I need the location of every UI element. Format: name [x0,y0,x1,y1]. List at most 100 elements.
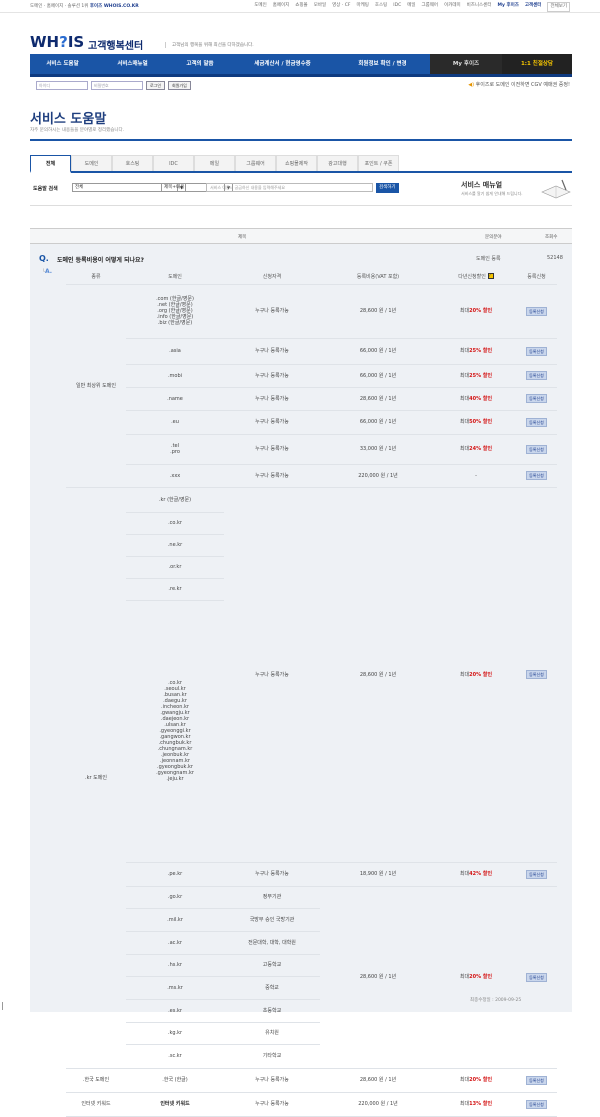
top-link-idc[interactable]: IDC [393,2,401,12]
service-manual-desc: 서비스를 알기 쉽게 안내해 드립니다. [461,191,523,196]
qualification-cell: 유치원 [265,1030,279,1036]
qualification-cell: 전문대학, 대학, 대학원 [248,939,296,946]
help-search-bar: 도움말 검색 전체 ▼ 제목+내용 ▼ 서비스 이용시 궁금하신 내용을 입력해주세… [30,178,572,203]
group-type-2: .한국 도메인 [82,1077,110,1083]
family-site-select[interactable]: 전체보기 [547,2,570,12]
discount-value: 25% 할인 [469,372,493,379]
search-button[interactable]: 검색하기 [376,183,399,193]
tab-domain[interactable]: 도메인 [71,155,112,171]
top-link-my-huiz[interactable]: My 후이즈 [497,2,518,12]
top-link-groupware[interactable]: 그룹웨어 [422,2,439,12]
search-divider [30,205,572,206]
register-button[interactable]: 등록신청 [526,346,547,356]
discount-value: 20% 할인 [469,671,493,678]
register-cell: 등록신청 [516,464,557,487]
register-cell: 등록신청 [516,410,557,434]
discount-prefix: 최대 [459,308,470,314]
faq-question-row[interactable]: Q. 도메인 등록비용이 어떻게 되나요? 도메인 등록 52148 [30,252,572,264]
top-link-video-cf[interactable]: 영상 · CF [332,2,350,12]
discount-cell: 최대 25% 할인 [436,364,516,387]
register-button[interactable]: 등록신청 [526,417,547,427]
promo-notice[interactable]: ◀) 후이즈로 도메인 이전하면 CGV 예매권 증정! [468,81,570,88]
tab-shoppingmall[interactable]: 쇼핑몰제작 [276,155,317,171]
price-cell: 66,000 원 / 1년 [359,372,397,379]
manual-book-icon [541,179,571,199]
join-button[interactable]: 회원가입 [168,81,191,90]
domain-cell: .ms.kr [167,984,183,991]
nav-tax-invoice[interactable]: 세금계산서 / 현금영수증 [230,54,335,74]
tab-point-coupon[interactable]: 포인트 / 쿠폰 [358,155,399,171]
question-title[interactable]: 도메인 등록비용이 어떻게 되나요? [57,255,144,264]
top-link-shoppingmall[interactable]: 쇼핑몰 [295,2,307,12]
discount-cell: 최대 20% 할인 [436,1068,516,1092]
top-link-marketing[interactable]: 마케팅 [356,2,368,12]
qualification-cell: 누구나 등록가능 [255,871,289,877]
register-button[interactable]: 등록신청 [526,972,547,982]
qualification-cell: 고등학교 [262,962,282,968]
service-manual-link[interactable]: 서비스 매뉴얼 [461,180,502,190]
register-button[interactable]: 등록신청 [526,306,547,316]
nav-service-help[interactable]: 서비스 도움말 [30,54,95,74]
register-button[interactable]: 등록신청 [526,371,547,380]
domain-cell: .xxx [169,472,181,479]
whois-logo[interactable]: WH?IS [30,33,84,51]
price-cell: 28,600 원 / 1년 [359,974,397,980]
password-input[interactable]: 비밀번호 [91,81,143,90]
search-input[interactable]: 서비스 이용시 궁금하신 내용을 입력해주세요 [206,183,373,192]
discount-prefix: 최대 [459,871,470,877]
id-input[interactable]: 아이디 [36,81,88,90]
register-button[interactable]: 등록신청 [526,1099,547,1109]
header-multi-year-discount: 다년신청할인? [436,268,516,284]
header-domain-label: 도메인 [168,273,182,280]
register-button[interactable]: 등록신청 [526,670,547,679]
header-qualification-label: 신청자격 [262,273,282,280]
nav-service-manual[interactable]: 서비스매뉴얼 [95,54,170,74]
top-link-hosting[interactable]: 호스팅 [375,2,387,12]
discount-value: 24% 할인 [469,446,493,452]
nav-customer-voice[interactable]: 고객의 말씀 [170,54,230,74]
top-link-business[interactable]: 비즈니스센터 [467,2,492,12]
slogan: 고객님의 행복을 위해 최선을 다하겠습니다. [165,42,254,48]
domain-cell: .kr (한글/영문) [158,496,192,503]
qualification-cell: 중학교 [265,984,279,991]
domain-cell: .re.kr [168,586,182,592]
qualification-cell: 누구나 등록가능 [255,1101,289,1107]
domain-cell: .ac.kr [168,939,182,946]
qualification-cell: 누구나 등록가능 [255,472,289,479]
domain-cell: .co.kr .seoul.kr .busan.kr .daegu.kr .in… [156,680,194,782]
top-link-customer-center[interactable]: 고객센터 [525,2,542,12]
top-link-mail[interactable]: 메일 [407,2,415,12]
nav-one-to-one-consult[interactable]: 1:1 친절상담 [502,54,572,74]
register-button[interactable]: 등록신청 [526,444,547,454]
group-type-0: 일반 최상위 도메인 [76,382,116,389]
tab-groupware[interactable]: 그룹웨어 [235,155,276,171]
header-price-label: 등록비용(VAT 포함) [356,273,400,280]
domain-cell: .name [167,395,183,402]
speaker-icon: ◀) [468,82,475,88]
top-link-domain[interactable]: 도메인 [254,2,266,12]
help-question-icon[interactable]: ? [487,273,494,279]
tab-hosting[interactable]: 호스팅 [112,155,153,171]
qualification-cell: 누구나 등록가능 [255,348,289,354]
tab-all[interactable]: 전체 [30,155,71,173]
top-link-homepage[interactable]: 홈페이지 [273,2,290,12]
price-cell: 28,600 원 / 1년 [359,308,397,314]
header-type: 종류 [66,268,126,284]
tab-mail[interactable]: 메일 [194,155,235,171]
register-button[interactable]: 등록신청 [526,869,547,879]
search-label: 도움말 검색 [33,186,58,192]
top-link-academy[interactable]: 이카데미 [444,2,461,12]
top-link-mobile[interactable]: 모바일 [314,2,326,12]
register-button[interactable]: 등록신청 [526,394,547,403]
top-brand-link[interactable]: 후이즈 WHOIS.CO.KR [90,4,139,9]
nav-my-huiz[interactable]: My 후이즈 [430,54,502,74]
login-button[interactable]: 로그인 [146,81,166,90]
register-cell: 등록신청 [516,387,557,410]
nav-member-info[interactable]: 회원정보 확인 / 변경 [335,54,430,74]
discount-prefix: 최대 [459,419,470,425]
tab-advertising[interactable]: 광고대행 [317,155,358,171]
tab-idc[interactable]: IDC [153,155,194,171]
register-button[interactable]: 등록신청 [526,1075,547,1085]
register-button[interactable]: 등록신청 [526,471,547,480]
page-subtitle: 자주 문의하시는 내용들을 분야별로 정리했습니다. [30,128,125,133]
